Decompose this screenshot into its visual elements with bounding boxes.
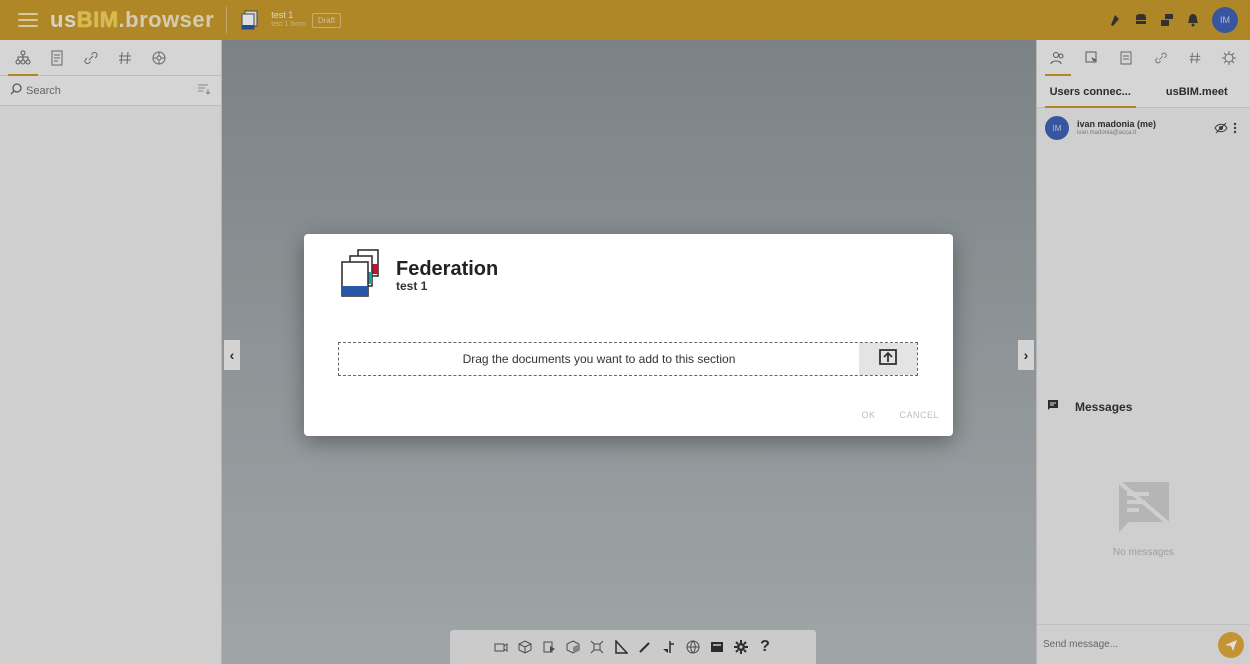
dialog-title: Federation — [396, 257, 499, 280]
federation-dialog: Federation test 1 Drag the documents you… — [304, 234, 953, 436]
document-drop-zone[interactable]: Drag the documents you want to add to th… — [338, 342, 918, 376]
upload-icon — [878, 348, 898, 371]
ok-button[interactable]: OK — [861, 410, 875, 420]
dialog-header: Federation test 1 — [340, 248, 498, 303]
federation-icon — [340, 248, 386, 303]
upload-button[interactable] — [859, 343, 917, 375]
drop-zone-text: Drag the documents you want to add to th… — [462, 352, 736, 366]
cancel-button[interactable]: CANCEL — [899, 410, 939, 420]
dialog-actions: OK CANCEL — [861, 410, 939, 420]
dialog-subtitle: test 1 — [396, 278, 428, 293]
dialog-title-block: Federation test 1 — [396, 258, 498, 293]
